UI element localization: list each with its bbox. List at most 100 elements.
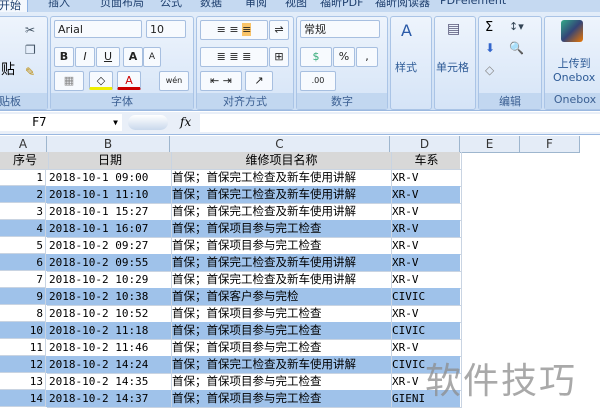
cell[interactable]: XR-V (390, 186, 462, 204)
cell[interactable]: 10 (0, 322, 46, 339)
shrink-font-button[interactable]: A (143, 47, 161, 67)
cell[interactable]: XR-V (390, 305, 462, 323)
column-header-D[interactable]: D (390, 136, 460, 153)
formula-input[interactable] (200, 114, 600, 132)
decimal-buttons[interactable]: .00 (300, 71, 336, 91)
cell[interactable]: 12 (0, 356, 46, 373)
cell[interactable]: 2018-10-2 09:27 (47, 237, 172, 255)
vertical-align-buttons[interactable]: ≡ ≡ ≡ (200, 20, 268, 40)
cell[interactable]: 5 (0, 237, 46, 254)
tab-7[interactable]: 福昕PDF (320, 0, 363, 10)
cell[interactable]: 9 (0, 288, 46, 305)
tab-0[interactable]: 开始 (0, 0, 28, 12)
cell[interactable]: 首保；首保完工检查及新车使用讲解 (170, 271, 392, 289)
cell[interactable]: 首保；首保完工检查及新车使用讲解 (170, 186, 392, 204)
tab-4[interactable]: 数据 (200, 0, 222, 10)
cell[interactable]: 首保；首保完工检查及新车使用讲解 (170, 169, 392, 187)
cell[interactable]: CIVIC (390, 322, 462, 340)
indent-buttons[interactable]: ⇤ ⇥ (200, 71, 242, 91)
format-painter-icon[interactable]: ✎ (25, 65, 35, 79)
cell[interactable]: 2018-10-2 11:46 (47, 339, 172, 357)
cell[interactable]: 首保；首保项目参与完工检查 (170, 305, 392, 323)
sort-filter-button[interactable]: ↕▾ (509, 20, 524, 33)
cell[interactable]: 2018-10-2 10:29 (47, 271, 172, 289)
cell[interactable]: 首保；首保项目参与完工检查 (170, 390, 392, 408)
styles-button[interactable]: A 样式 (390, 16, 432, 110)
cell[interactable]: 首保；首保项目参与完工检查 (170, 373, 392, 391)
cell[interactable]: XR-V (390, 220, 462, 238)
upload-onebox-button[interactable]: 上传到 Onebox (553, 55, 595, 84)
cell[interactable]: XR-V (390, 237, 462, 255)
name-box[interactable]: F7 ▼ (0, 114, 122, 131)
formula-cancel-button[interactable] (128, 115, 168, 130)
tab-8[interactable]: 福昕阅读器 (375, 0, 430, 10)
cells-button[interactable]: ▤ 单元格 (434, 16, 476, 110)
cell[interactable]: 2018-10-2 09:55 (47, 254, 172, 272)
cell[interactable]: 1 (0, 169, 46, 186)
column-header-A[interactable]: A (0, 136, 47, 153)
cell[interactable]: 8 (0, 305, 46, 322)
orientation-button[interactable]: ↗ (245, 71, 273, 91)
cell[interactable]: 2018-10-1 15:27 (47, 203, 172, 221)
cell[interactable]: 11 (0, 339, 46, 356)
cell[interactable]: 首保；首保完工检查及新车使用讲解 (170, 203, 392, 221)
fill-button[interactable]: ⬇ (485, 41, 495, 55)
italic-button[interactable]: I (75, 47, 95, 67)
column-header-F[interactable]: F (520, 136, 580, 153)
cell[interactable]: 4 (0, 220, 46, 237)
tab-3[interactable]: 公式 (160, 0, 182, 10)
cell[interactable]: 车系 (390, 152, 462, 170)
insert-function-button[interactable]: fx (180, 115, 191, 129)
cell[interactable]: 14 (0, 390, 46, 407)
column-header-E[interactable]: E (460, 136, 520, 153)
cell[interactable]: 维修项目名称 (170, 152, 392, 170)
number-format-select[interactable]: 常规 (300, 20, 380, 38)
cell[interactable]: 2018-10-2 14:24 (47, 356, 172, 374)
font-name-select[interactable]: Arial (54, 20, 142, 38)
cell[interactable]: 6 (0, 254, 46, 271)
cell[interactable]: 3 (0, 203, 46, 220)
autosum-button[interactable]: Σ (485, 20, 493, 35)
cell[interactable]: 2018-10-2 14:35 (47, 373, 172, 391)
font-size-select[interactable]: 10 (146, 20, 186, 38)
tab-9[interactable]: PDFelement (440, 0, 506, 7)
cell[interactable]: 日期 (47, 152, 172, 170)
phonetic-button[interactable]: wén (159, 71, 189, 91)
cell[interactable]: 2018-10-2 14:37 (47, 390, 172, 408)
cell[interactable]: 2018-10-2 11:18 (47, 322, 172, 340)
paste-button[interactable]: 贴 (1, 21, 17, 81)
cell[interactable]: 2018-10-2 10:52 (47, 305, 172, 323)
find-button[interactable]: 🔍 (509, 41, 524, 55)
cell[interactable]: CIVIC (390, 288, 462, 306)
cell[interactable]: 2018-10-1 11:10 (47, 186, 172, 204)
cell[interactable]: 2 (0, 186, 46, 203)
cell[interactable]: 首保；首保完工检查及新车使用讲解 (170, 254, 392, 272)
cell[interactable]: XR-V (390, 203, 462, 221)
merge-button[interactable]: ⊞ (269, 47, 289, 67)
cell[interactable]: 首保；首保完工检查及新车使用讲解 (170, 356, 392, 374)
underline-button[interactable]: U (96, 47, 120, 67)
copy-icon[interactable]: ❐ (25, 43, 36, 57)
comma-button[interactable]: , (356, 47, 378, 67)
cell[interactable]: 首保；首保项目参与完工检查 (170, 237, 392, 255)
bold-button[interactable]: B (54, 47, 74, 67)
cut-icon[interactable]: ✂ (25, 23, 35, 37)
cell[interactable]: 2018-10-2 10:38 (47, 288, 172, 306)
font-color-button[interactable]: A (117, 71, 141, 90)
tab-2[interactable]: 页面布局 (100, 0, 144, 10)
currency-button[interactable]: $ (300, 47, 332, 67)
cell[interactable]: XR-V (390, 169, 462, 187)
column-header-C[interactable]: C (170, 136, 390, 153)
clear-button[interactable]: ◇ (485, 63, 494, 77)
horizontal-align-buttons[interactable]: ≣ ≣ ≣ (200, 47, 268, 67)
cell[interactable]: XR-V (390, 254, 462, 272)
tab-6[interactable]: 视图 (285, 0, 307, 10)
percent-button[interactable]: % (333, 47, 355, 67)
cell[interactable]: 序号 (0, 152, 49, 170)
fill-color-button[interactable]: ◇ (89, 71, 113, 90)
wrap-text-button[interactable]: ⇌ (269, 20, 289, 40)
tab-5[interactable]: 审阅 (245, 0, 267, 10)
cell[interactable]: 首保；首保项目参与完工检查 (170, 322, 392, 340)
cell[interactable]: 2018-10-1 09:00 (47, 169, 172, 187)
grow-font-button[interactable]: A (123, 47, 143, 67)
